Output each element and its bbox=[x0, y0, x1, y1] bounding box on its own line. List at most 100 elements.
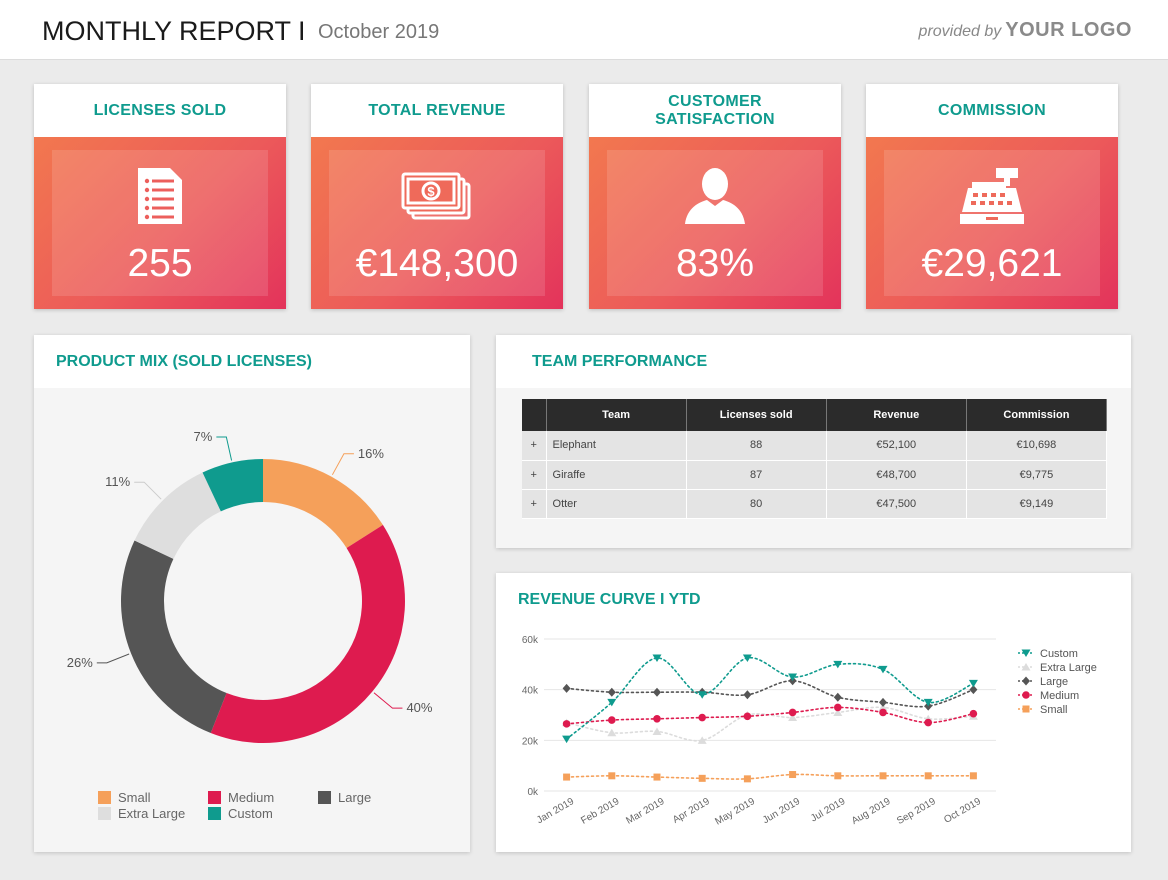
x-tick-label: Jun 2019 bbox=[761, 796, 803, 826]
commission-cell: €9,149 bbox=[966, 489, 1108, 519]
legend-label-small[interactable]: Small bbox=[1040, 704, 1068, 716]
series-line-small bbox=[565, 773, 975, 780]
legend-label-large[interactable]: Large bbox=[1040, 676, 1068, 688]
x-tick-label: Jul 2019 bbox=[809, 796, 848, 825]
data-point-small[interactable] bbox=[743, 775, 751, 783]
table-header-row: Team Licenses sold Revenue Commission bbox=[522, 399, 1108, 431]
report-period: October 2019 bbox=[318, 21, 440, 43]
revenue-line-chart: 0k 20k 40k 60k Jan 2019 Feb 2019 Mar 2019 Apr 2… bbox=[496, 625, 1131, 852]
data-point-small[interactable] bbox=[789, 771, 797, 779]
data-point-large[interactable] bbox=[562, 683, 571, 693]
donut-data-label: 11% bbox=[105, 474, 130, 489]
legend-label-small[interactable]: Small bbox=[118, 790, 151, 805]
legend-label-medium[interactable]: Medium bbox=[1040, 690, 1079, 702]
data-point-large[interactable] bbox=[607, 687, 616, 697]
expand-row-button[interactable]: + bbox=[522, 489, 547, 519]
kpi-total-revenue: TOTAL REVENUE $ €148,300 bbox=[311, 84, 563, 309]
data-point-large[interactable] bbox=[833, 692, 842, 702]
data-point-medium[interactable] bbox=[834, 703, 842, 712]
data-point-small[interactable] bbox=[834, 772, 842, 780]
data-point-medium[interactable] bbox=[879, 708, 887, 717]
data-point-medium[interactable] bbox=[924, 718, 932, 727]
legend-swatch-extra-large bbox=[98, 807, 111, 820]
table-row: + Giraffe 87 €48,700 €9,775 bbox=[522, 460, 1108, 490]
data-point-medium[interactable] bbox=[743, 712, 752, 721]
legend-marker-small bbox=[1022, 705, 1030, 713]
provided-by: provided by YOUR LOGO bbox=[919, 19, 1132, 42]
kpi-value: €148,300 bbox=[355, 242, 519, 285]
revenue-cell: €52,100 bbox=[826, 431, 967, 461]
legend-swatch-small bbox=[98, 791, 111, 804]
commission-cell: €10,698 bbox=[966, 431, 1108, 461]
data-point-large[interactable] bbox=[743, 690, 752, 700]
company-logo: YOUR LOGO bbox=[1005, 19, 1132, 41]
y-tick-label: 0k bbox=[527, 787, 539, 798]
money-bills-icon: $ bbox=[329, 166, 545, 228]
licenses-cell: 80 bbox=[686, 489, 827, 519]
y-tick-label: 60k bbox=[522, 635, 539, 646]
column-header: Revenue bbox=[826, 399, 967, 431]
legend-label-large[interactable]: Large bbox=[338, 790, 371, 805]
column-header: Team bbox=[546, 399, 687, 431]
y-tick-label: 40k bbox=[522, 686, 539, 697]
y-tick-label: 20k bbox=[522, 736, 539, 747]
legend-label-custom[interactable]: Custom bbox=[1040, 648, 1078, 660]
data-point-custom[interactable] bbox=[562, 735, 572, 744]
data-point-large[interactable] bbox=[653, 687, 661, 697]
expand-column-header bbox=[522, 399, 547, 431]
data-point-medium[interactable] bbox=[788, 708, 797, 717]
data-point-small[interactable] bbox=[698, 774, 706, 782]
donut-chart: 16% 40% 26% 11% 7% Small Medium Large Extra Larg… bbox=[34, 388, 470, 852]
report-header: MONTHLY REPORT I October 2019 provided b… bbox=[0, 0, 1168, 60]
licenses-cell: 88 bbox=[686, 431, 827, 461]
data-point-medium[interactable] bbox=[698, 713, 706, 722]
kpi-commission: COMMISSION €29,621 bbox=[866, 84, 1118, 309]
data-point-medium[interactable] bbox=[562, 720, 571, 728]
legend-label-extra-large[interactable]: Extra Large bbox=[1040, 662, 1097, 674]
list-document-icon bbox=[52, 166, 268, 228]
series-line-extra-large bbox=[565, 706, 975, 742]
kpi-title: COMMISSION bbox=[866, 84, 1118, 137]
data-point-small[interactable] bbox=[969, 772, 977, 780]
legend-swatch-custom bbox=[208, 807, 221, 820]
donut-data-label: 40% bbox=[406, 700, 432, 715]
data-point-small[interactable] bbox=[924, 772, 932, 780]
kpi-licenses-sold: LICENSES SOLD 255 bbox=[34, 84, 286, 309]
x-tick-label: Aug 2019 bbox=[850, 796, 893, 827]
expand-row-button[interactable]: + bbox=[522, 431, 547, 461]
legend-swatch-large bbox=[318, 791, 331, 804]
revenue-cell: €48,700 bbox=[826, 460, 967, 490]
legend-label-medium[interactable]: Medium bbox=[228, 790, 274, 805]
kpi-title: TOTAL REVENUE bbox=[311, 84, 563, 137]
commission-cell: €9,775 bbox=[966, 460, 1108, 490]
data-point-small[interactable] bbox=[563, 773, 571, 781]
x-tick-label: Jan 2019 bbox=[535, 796, 577, 826]
expand-row-button[interactable]: + bbox=[522, 460, 547, 490]
data-point-small[interactable] bbox=[653, 773, 661, 781]
panel-title: REVENUE CURVE I YTD bbox=[518, 591, 701, 608]
data-point-medium[interactable] bbox=[969, 709, 978, 718]
series-line-custom bbox=[565, 657, 975, 740]
data-point-small[interactable] bbox=[879, 772, 887, 780]
data-point-small[interactable] bbox=[608, 772, 616, 780]
data-point-custom[interactable] bbox=[878, 665, 888, 674]
kpi-customer-satisfaction: CUSTOMER SATISFACTION 83% bbox=[589, 84, 841, 309]
x-tick-label: Feb 2019 bbox=[579, 796, 621, 827]
page-title: MONTHLY REPORT I bbox=[42, 16, 306, 46]
data-point-large[interactable] bbox=[879, 697, 887, 707]
x-tick-label: Apr 2019 bbox=[671, 796, 712, 826]
user-silhouette-icon bbox=[607, 166, 823, 228]
team-name: Giraffe bbox=[546, 460, 687, 490]
product-mix-panel: PRODUCT MIX (SOLD LICENSES) 16% 40% 26% 11%… bbox=[34, 335, 470, 852]
data-point-custom[interactable] bbox=[968, 679, 978, 688]
legend-swatch-medium bbox=[208, 791, 221, 804]
data-point-medium[interactable] bbox=[653, 715, 661, 723]
x-tick-label: Sep 2019 bbox=[895, 796, 938, 827]
data-point-custom[interactable] bbox=[607, 698, 617, 707]
legend-label-custom[interactable]: Custom bbox=[228, 806, 273, 821]
kpi-title: LICENSES SOLD bbox=[34, 84, 286, 137]
column-header: Licenses sold bbox=[686, 399, 827, 431]
legend-label-extra-large[interactable]: Extra Large bbox=[118, 806, 185, 821]
x-tick-label: Mar 2019 bbox=[624, 796, 666, 827]
data-point-medium[interactable] bbox=[608, 716, 616, 724]
